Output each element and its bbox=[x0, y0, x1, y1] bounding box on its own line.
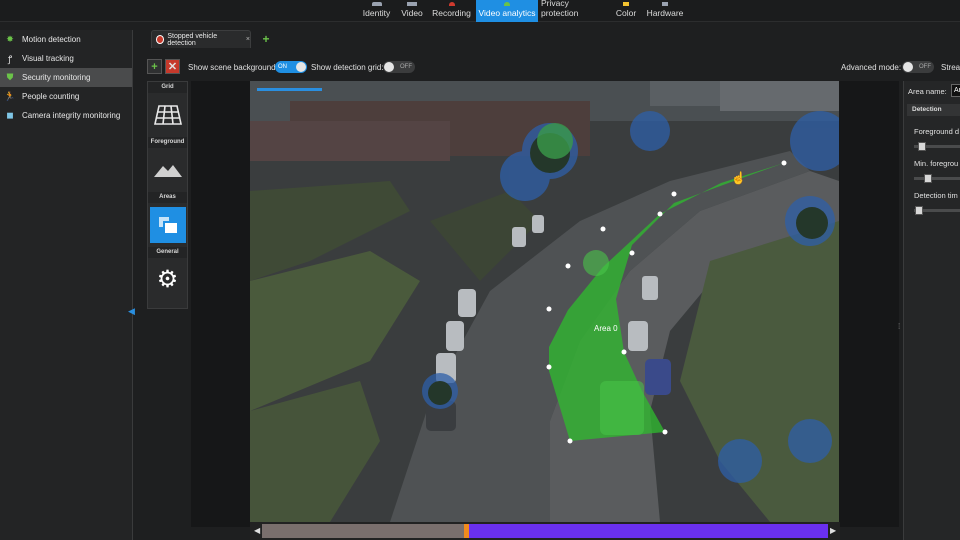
tracking-icon: ꝭ bbox=[7, 54, 13, 64]
panel-splitter[interactable]: ⁞ bbox=[898, 322, 900, 331]
ribbon-hardware-label: Hardware bbox=[646, 8, 684, 18]
general-settings-button[interactable]: ⚙ bbox=[148, 258, 187, 302]
ribbon-color-label: Color bbox=[615, 8, 637, 18]
slider-thumb[interactable] bbox=[915, 206, 923, 215]
shield-icon: ⛊ bbox=[6, 72, 14, 82]
properties-panel: Area name: Ar Detection Foreground d Min… bbox=[903, 81, 960, 540]
analytics-sidebar: ✸ Motion detection ꝭ Visual tracking ⛊ S… bbox=[0, 30, 135, 540]
motion-icon: ✸ bbox=[6, 34, 14, 44]
color-palette-icon bbox=[623, 2, 629, 6]
areas-tool-box bbox=[149, 207, 186, 243]
area-name-label: Area name: bbox=[908, 87, 947, 96]
toggle-knob bbox=[296, 62, 306, 72]
min-foreground-slider[interactable] bbox=[914, 174, 960, 183]
grid-tool-button[interactable] bbox=[148, 93, 187, 137]
area-shape-icon bbox=[158, 217, 177, 233]
stopped-vehicle-icon bbox=[156, 35, 165, 44]
min-foreground-label: Min. foregrou bbox=[914, 159, 959, 168]
sidebar-item-label: Motion detection bbox=[22, 35, 81, 44]
scene-image bbox=[250, 81, 839, 522]
grid-icon bbox=[153, 105, 182, 125]
add-area-button[interactable]: + bbox=[147, 59, 162, 74]
ribbon-video-label: Video bbox=[401, 8, 423, 18]
ribbon-hardware[interactable]: Hardware bbox=[645, 0, 685, 22]
ribbon-identity[interactable]: Identity bbox=[357, 0, 396, 22]
mountain-icon bbox=[153, 165, 182, 177]
collapse-sidebar-icon[interactable]: ◀ bbox=[128, 306, 135, 316]
tab-close-icon[interactable]: × bbox=[246, 36, 250, 43]
timeline-right-arrow-icon[interactable]: ▶ bbox=[830, 526, 836, 535]
ribbon-color[interactable]: Color bbox=[612, 0, 640, 22]
sidebar-item-label: People counting bbox=[22, 92, 80, 101]
person-icon: 🏃 bbox=[4, 91, 16, 101]
advanced-mode-toggle[interactable]: OFF bbox=[902, 61, 934, 73]
sidebar-item-motion-detection[interactable]: ✸ Motion detection bbox=[0, 30, 132, 49]
toggle-state: OFF bbox=[400, 64, 412, 70]
hardware-icon bbox=[662, 2, 668, 6]
remove-area-button[interactable]: ✕ bbox=[165, 59, 180, 74]
ribbon-privacy-protection[interactable]: Privacy protection bbox=[541, 0, 607, 22]
advanced-mode-label: Advanced mode: bbox=[841, 63, 902, 72]
video-preview[interactable]: Area 0 ☝ bbox=[250, 81, 839, 522]
add-tab-button[interactable]: + bbox=[256, 31, 276, 47]
ribbon-identity-label: Identity bbox=[362, 8, 391, 18]
ribbon-recording[interactable]: Recording bbox=[430, 0, 473, 22]
areas-tool-button[interactable] bbox=[148, 203, 187, 247]
ribbon-video-analytics[interactable]: Video analytics bbox=[476, 0, 538, 22]
palette-section-grid: Grid bbox=[148, 82, 187, 93]
timeline-track[interactable] bbox=[262, 524, 828, 538]
ribbon-privacy-label: Privacy protection bbox=[541, 0, 579, 18]
sidebar-item-label: Security monitoring bbox=[22, 73, 91, 82]
gear-icon: ⚙ bbox=[156, 266, 179, 293]
stream-label: Strea bbox=[941, 63, 960, 72]
mouse-cursor-icon: ☝ bbox=[731, 171, 746, 185]
video-camera-icon bbox=[407, 2, 417, 6]
palette-section-general: General bbox=[148, 247, 187, 258]
toggle-knob bbox=[384, 62, 394, 72]
scene-background-label: Show scene background: bbox=[188, 63, 278, 72]
detection-grid-label: Show detection grid: bbox=[311, 63, 384, 72]
sidebar-item-label: Camera integrity monitoring bbox=[22, 111, 121, 120]
record-icon bbox=[448, 2, 455, 6]
camera-icon: ◼ bbox=[6, 110, 14, 120]
main-ribbon: Identity Video Recording Video analytics… bbox=[0, 0, 960, 22]
foreground-slider[interactable] bbox=[914, 142, 960, 151]
sidebar-item-visual-tracking[interactable]: ꝭ Visual tracking bbox=[0, 49, 132, 68]
sidebar-item-camera-integrity-monitoring[interactable]: ◼ Camera integrity monitoring bbox=[0, 106, 132, 125]
detection-time-label: Detection tim bbox=[914, 191, 958, 200]
toggle-knob bbox=[903, 62, 913, 72]
slider-thumb[interactable] bbox=[924, 174, 932, 183]
analytics-icon bbox=[504, 2, 510, 6]
toggle-state: ON bbox=[278, 64, 287, 70]
timeline-fill bbox=[466, 524, 828, 538]
slider-thumb[interactable] bbox=[918, 142, 926, 151]
area-0-label: Area 0 bbox=[594, 324, 618, 333]
loading-indicator bbox=[257, 88, 322, 91]
ribbon-video[interactable]: Video bbox=[397, 0, 427, 22]
ribbon-video-analytics-label: Video analytics bbox=[478, 8, 536, 18]
toggle-state: OFF bbox=[919, 64, 931, 70]
ribbon-recording-label: Recording bbox=[432, 8, 471, 18]
tab-stopped-vehicle-detection[interactable]: Stopped vehicle detection × bbox=[151, 30, 251, 48]
tab-strip: Stopped vehicle detection × + bbox=[140, 30, 960, 48]
tool-palette: Grid Foreground Areas General ⚙ bbox=[147, 81, 188, 309]
palette-section-foreground: Foreground bbox=[148, 137, 187, 148]
foreground-label: Foreground d bbox=[914, 127, 960, 136]
scene-background-toggle[interactable]: ON bbox=[275, 61, 307, 73]
sidebar-item-label: Visual tracking bbox=[22, 54, 74, 63]
palette-section-areas: Areas bbox=[148, 192, 187, 203]
identity-icon bbox=[371, 2, 382, 6]
toolbar: + ✕ Show scene background: ON Show detec… bbox=[140, 56, 960, 78]
timeline-left-arrow-icon[interactable]: ◀ bbox=[254, 526, 260, 535]
tab-label: Stopped vehicle detection bbox=[167, 32, 218, 47]
area-name-field[interactable]: Ar bbox=[951, 84, 960, 97]
detection-section-header: Detection bbox=[907, 104, 960, 116]
detection-time-slider[interactable] bbox=[914, 206, 960, 215]
sidebar-item-security-monitoring[interactable]: ⛊ Security monitoring bbox=[0, 68, 132, 87]
timeline-playhead[interactable] bbox=[464, 524, 469, 538]
detection-grid-toggle[interactable]: OFF bbox=[383, 61, 415, 73]
timeline[interactable]: ◀ ▶ bbox=[250, 522, 840, 540]
sidebar-item-people-counting[interactable]: 🏃 People counting bbox=[0, 87, 132, 106]
foreground-tool-button[interactable] bbox=[148, 148, 187, 192]
